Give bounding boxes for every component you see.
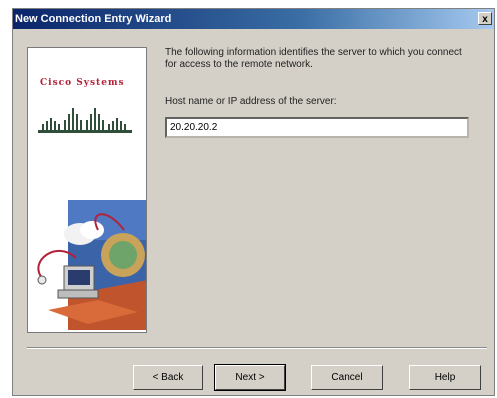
cisco-logo-text: Cisco Systems (40, 78, 125, 88)
host-field-label: Host name or IP address of the server: (165, 96, 337, 107)
wizard-window: New Connection Entry Wizard x Cisco Syst… (12, 8, 495, 396)
instruction-text: The following information identifies the… (165, 47, 462, 70)
next-button[interactable]: Next > (214, 364, 286, 391)
back-button[interactable]: < Back (133, 365, 203, 390)
button-divider (27, 347, 487, 349)
help-button[interactable]: Help (409, 365, 481, 390)
close-button[interactable]: x (478, 12, 492, 25)
host-address-input[interactable]: 20.20.20.2 (165, 117, 469, 138)
title-bar: New Connection Entry Wizard x (13, 9, 494, 29)
cisco-bridge-logo-icon (38, 108, 132, 133)
network-illustration (37, 200, 146, 330)
close-icon: x (482, 14, 488, 25)
wizard-side-panel: Cisco Systems (27, 47, 147, 333)
window-title: New Connection Entry Wizard (15, 13, 172, 25)
cancel-button[interactable]: Cancel (311, 365, 383, 390)
